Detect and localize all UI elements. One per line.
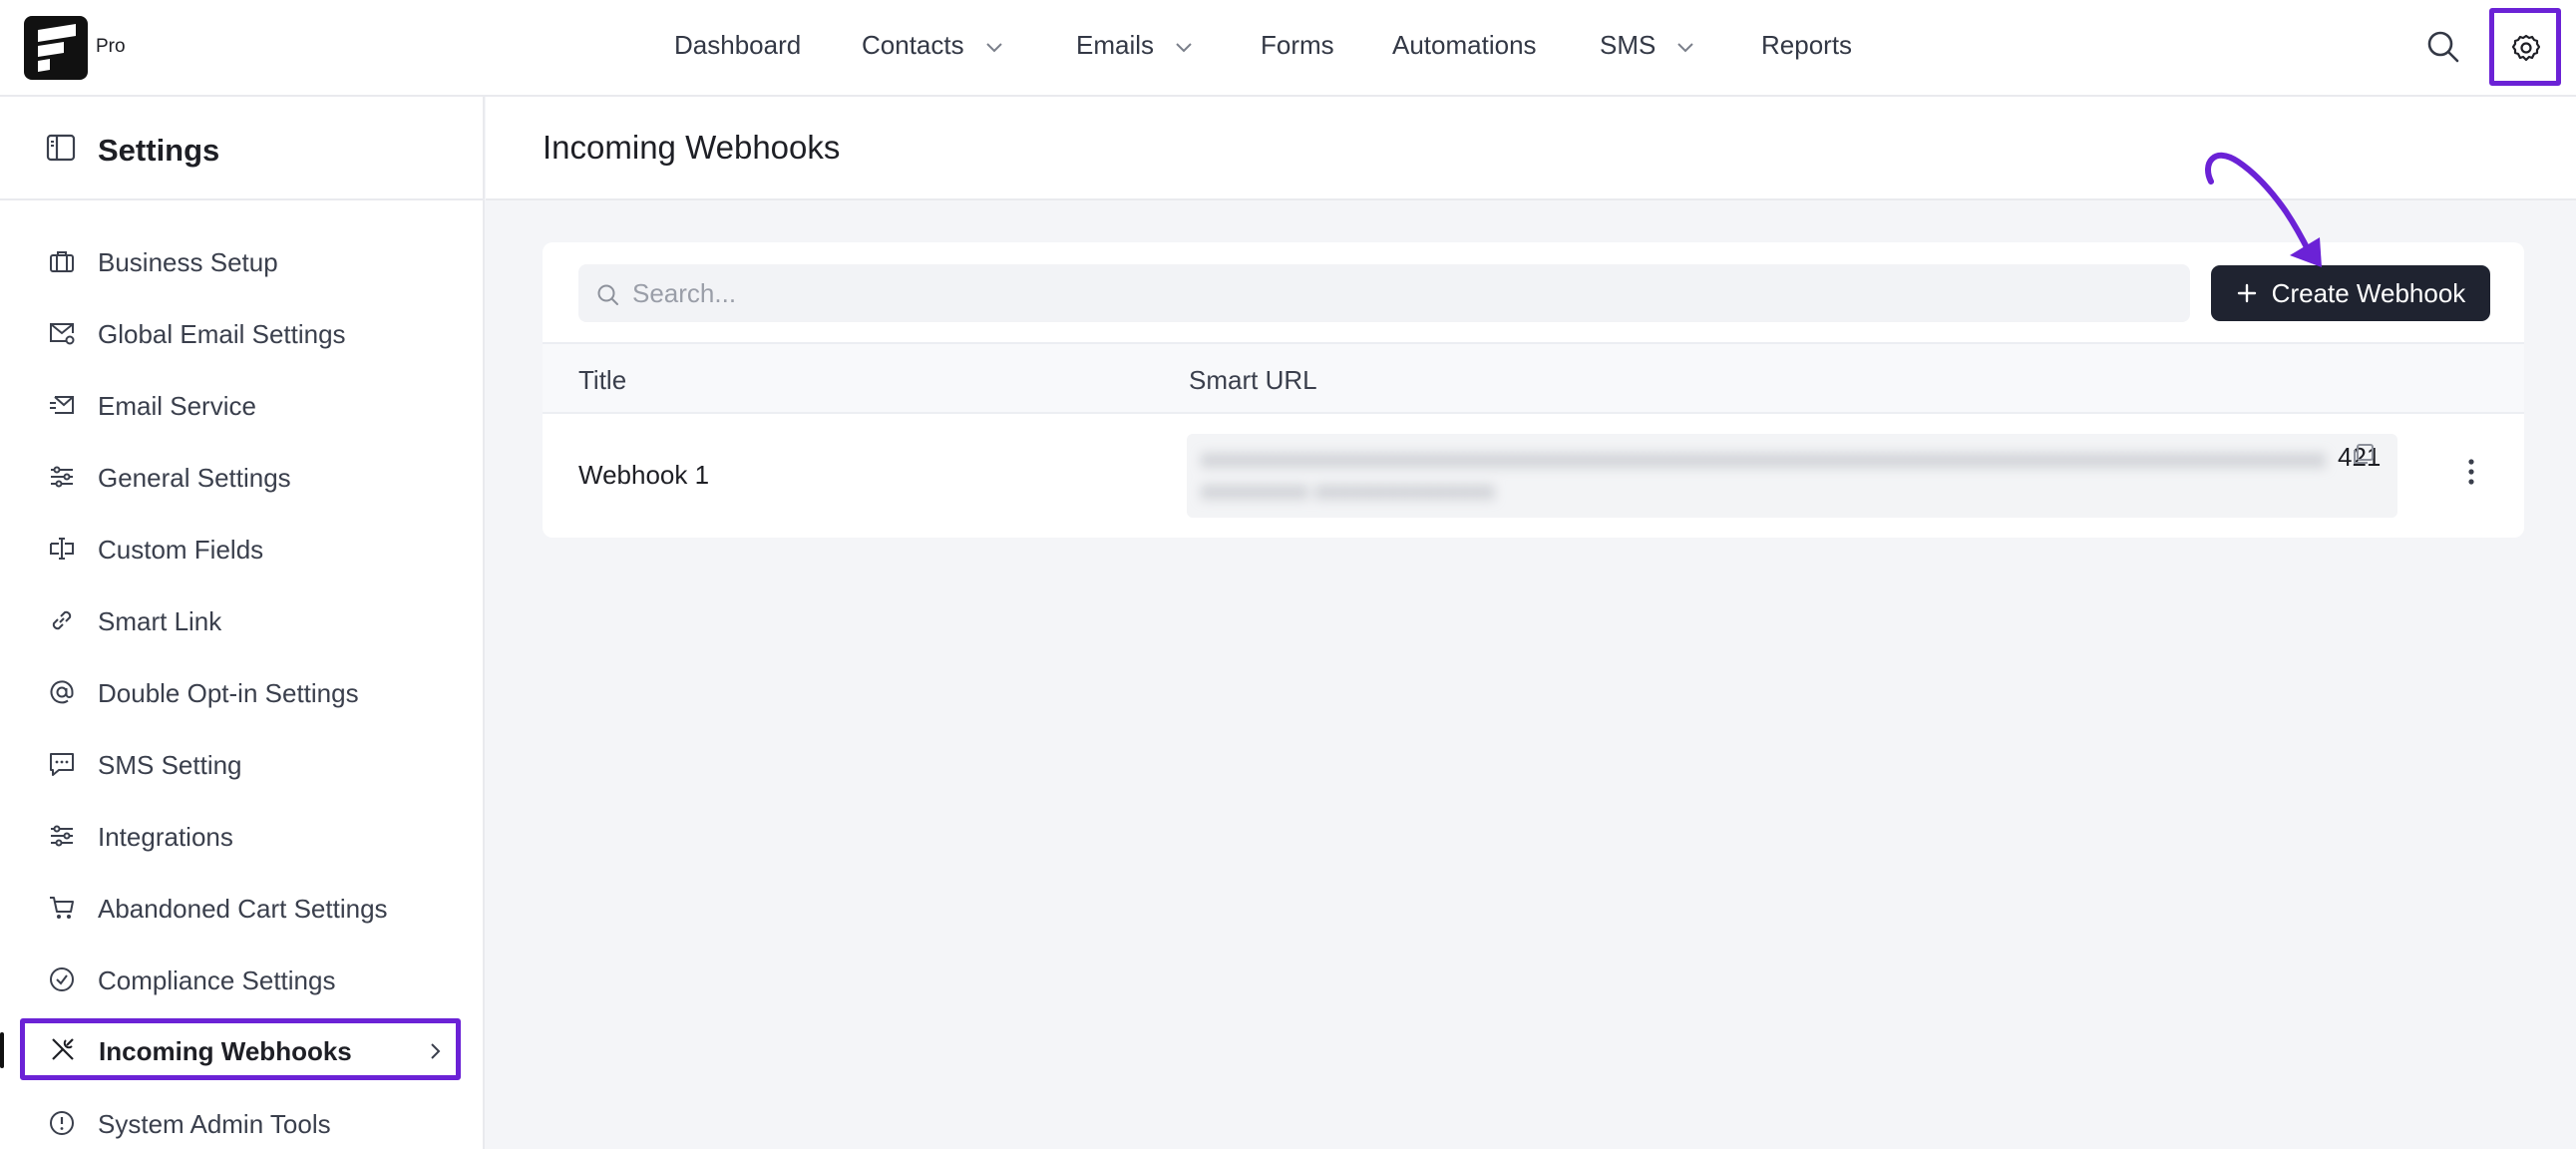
sidebar-item-business-setup[interactable]: Business Setup <box>22 233 459 289</box>
link-icon <box>52 610 72 630</box>
sidebar-item-label: Custom Fields <box>98 535 264 565</box>
mail-settings-icon <box>50 323 75 345</box>
column-smart-url: Smart URL <box>1189 365 1317 395</box>
sidebar-item-general-settings[interactable]: General Settings <box>22 449 459 505</box>
table-header: Title Smart URL <box>543 342 2524 414</box>
nav-automations[interactable]: Automations <box>1392 30 1537 61</box>
fluentcrm-logo-icon[interactable] <box>24 16 88 80</box>
sidebar-item-incoming-webhooks[interactable]: Incoming Webhooks <box>20 1018 461 1080</box>
sidebar-item-label: Compliance Settings <box>98 965 336 995</box>
alert-circle-icon <box>50 1111 74 1135</box>
active-indicator <box>0 1032 4 1068</box>
nav-dashboard[interactable]: Dashboard <box>674 30 801 61</box>
sidebar-item-custom-fields[interactable]: Custom Fields <box>22 521 459 576</box>
webhooks-card: Create Webhook Title Smart URL Webhook 1… <box>543 242 2524 538</box>
sidebar-item-label: Double Opt-in Settings <box>98 678 359 708</box>
sidebar-item-label: Smart Link <box>98 606 222 636</box>
chevron-right-icon <box>428 1040 442 1067</box>
sidebar-item-label: SMS Setting <box>98 750 242 780</box>
row-actions-icon[interactable] <box>2467 458 2475 491</box>
search-field[interactable] <box>578 264 2190 322</box>
annotation-arrow-icon <box>2205 152 2322 267</box>
cart-icon <box>50 897 74 919</box>
sidebar-title: Settings <box>98 133 220 168</box>
mail-send-icon <box>50 396 74 414</box>
top-bar: Pro Dashboard Contacts Emails Forms Auto… <box>0 0 2576 97</box>
smart-url-redacted: xxxxxxxxxxxxxxxxxxxxxxxxxxxxxxxxxxxxxxxx… <box>1201 446 2326 505</box>
create-webhook-label: Create Webhook <box>2271 277 2466 308</box>
nav-label: Forms <box>1261 30 1334 60</box>
settings-sidebar: Settings Business Setup Global Email Set… <box>0 97 485 1149</box>
nav-reports[interactable]: Reports <box>1761 30 1852 61</box>
search-input[interactable] <box>632 264 2168 322</box>
settings-button[interactable] <box>2489 8 2561 86</box>
nav-forms[interactable]: Forms <box>1261 30 1334 61</box>
copy-icon[interactable] <box>2350 442 2376 473</box>
nav-label: Reports <box>1761 30 1853 60</box>
sidebar-item-smart-link[interactable]: Smart Link <box>22 592 459 648</box>
nav-label: Contacts <box>862 30 964 60</box>
chevron-down-icon <box>1174 30 1194 61</box>
table-row: Webhook 1 xxxxxxxxxxxxxxxxxxxxxxxxxxxxxx… <box>543 414 2524 538</box>
sidebar-item-email-service[interactable]: Email Service <box>22 377 459 433</box>
nav-label: Automations <box>1392 30 1537 60</box>
search-icon[interactable] <box>2426 30 2460 69</box>
create-webhook-button[interactable]: Create Webhook <box>2211 265 2490 321</box>
nav-label: Emails <box>1076 30 1155 60</box>
sidebar-item-label: Abandoned Cart Settings <box>98 894 388 924</box>
nav-sms[interactable]: SMS <box>1600 30 1695 61</box>
custom-field-icon <box>50 538 74 560</box>
sidebar-item-label: Business Setup <box>98 247 278 277</box>
sidebar-item-label: Incoming Webhooks <box>99 1036 352 1066</box>
nav-emails[interactable]: Emails <box>1076 30 1194 61</box>
sidebar-item-sms-setting[interactable]: SMS Setting <box>22 736 459 792</box>
sidebar-item-compliance[interactable]: Compliance Settings <box>22 952 459 1007</box>
nav-label: SMS <box>1600 30 1656 60</box>
chevron-down-icon <box>984 30 1004 61</box>
sidebar-item-global-email-settings[interactable]: Global Email Settings <box>22 305 459 361</box>
page-title: Incoming Webhooks <box>543 129 841 166</box>
sliders-icon <box>51 825 73 847</box>
at-sign-icon <box>50 680 74 704</box>
sidebar-item-integrations[interactable]: Integrations <box>22 808 459 864</box>
tools-icon <box>52 1038 74 1060</box>
sidebar-item-label: General Settings <box>98 463 291 493</box>
message-icon <box>50 753 74 776</box>
sidebar-item-system-admin-tools[interactable]: System Admin Tools <box>22 1095 459 1149</box>
sidebar-item-abandoned-cart[interactable]: Abandoned Cart Settings <box>22 880 459 936</box>
gear-icon <box>2512 34 2540 62</box>
check-circle-icon <box>50 967 74 991</box>
sliders-icon <box>51 466 73 488</box>
briefcase-icon <box>50 251 74 272</box>
sidebar-item-label: Email Service <box>98 391 256 421</box>
nav-label: Dashboard <box>674 30 802 60</box>
sidebar-item-label: System Admin Tools <box>98 1109 331 1139</box>
plus-icon <box>2236 282 2258 304</box>
nav-contacts[interactable]: Contacts <box>862 30 1004 61</box>
smart-url-field[interactable]: xxxxxxxxxxxxxxxxxxxxxxxxxxxxxxxxxxxxxxxx… <box>1187 434 2397 518</box>
sidebar-toggle-icon[interactable] <box>46 134 76 162</box>
search-icon <box>597 284 618 305</box>
sidebar-item-label: Integrations <box>98 822 233 852</box>
column-title: Title <box>578 365 627 395</box>
sidebar-header: Settings <box>0 97 483 200</box>
sidebar-item-double-optin[interactable]: Double Opt-in Settings <box>22 664 459 720</box>
chevron-down-icon <box>1675 30 1695 61</box>
pro-badge: Pro <box>96 36 126 57</box>
webhook-title: Webhook 1 <box>578 460 710 490</box>
sidebar-item-label: Global Email Settings <box>98 319 346 349</box>
